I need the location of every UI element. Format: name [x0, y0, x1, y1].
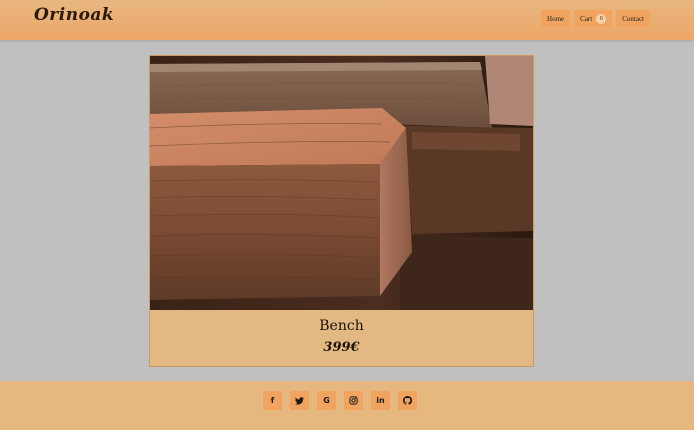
nav-contact-button[interactable]: Contact — [616, 10, 650, 27]
instagram-icon[interactable] — [344, 391, 363, 410]
nav-contact-label: Contact — [622, 14, 644, 23]
brand-logo[interactable]: Orinoak — [34, 5, 114, 25]
nav-home-button[interactable]: Home — [541, 10, 571, 27]
site-footer: f G in — [0, 381, 694, 430]
cart-count-badge: 0 — [596, 13, 607, 24]
product-card[interactable]: Bench 399€ — [149, 55, 534, 367]
product-price: 399€ — [323, 340, 360, 355]
github-icon[interactable] — [398, 391, 417, 410]
product-title: Bench — [319, 318, 364, 334]
social-links: f G in — [263, 391, 417, 410]
nav-home-label: Home — [547, 14, 565, 23]
nav-cart-label: Cart — [580, 14, 593, 23]
twitter-icon[interactable] — [290, 391, 309, 410]
google-icon[interactable]: G — [317, 391, 336, 410]
main-nav: Home Cart 0 Contact — [541, 10, 650, 27]
product-image — [150, 56, 533, 310]
linkedin-icon[interactable]: in — [371, 391, 390, 410]
site-header: Orinoak Home Cart 0 Contact — [0, 0, 694, 40]
facebook-icon[interactable]: f — [263, 391, 282, 410]
nav-cart-button[interactable]: Cart 0 — [574, 10, 613, 27]
